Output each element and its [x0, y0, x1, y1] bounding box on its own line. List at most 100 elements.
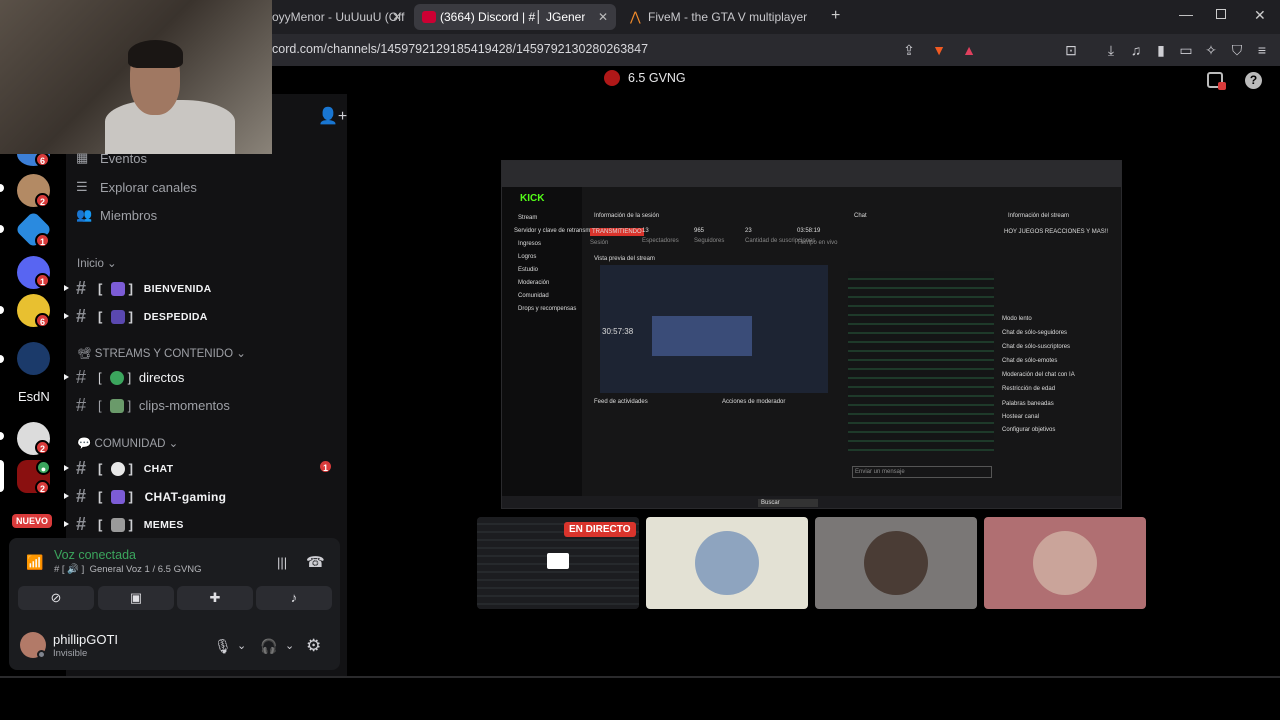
participant-tile-3[interactable]	[984, 517, 1146, 609]
sidebar-icon[interactable]: ▮	[1152, 41, 1170, 59]
gamepad-icon	[110, 489, 125, 504]
unread-badge: 6	[35, 313, 50, 328]
soundboard-icon[interactable]: |||	[277, 555, 287, 570]
download-icon[interactable]: ⤓	[1102, 41, 1120, 59]
kick-nav-item: Logros	[518, 254, 537, 260]
channel-clips[interactable]: #[] clips-momentos	[76, 395, 230, 416]
kick-nav-item: Moderación	[518, 280, 550, 286]
category-label: STREAMS Y CONTENIDO	[94, 348, 234, 360]
status-invisible-icon	[37, 650, 46, 659]
kick-nav-item: Estudio	[518, 267, 539, 273]
mod-action: Chat de sólo-seguidores	[1002, 330, 1068, 336]
tab-music[interactable]: oyyMenor - UuUuuU (Off ✕	[264, 4, 410, 30]
participant-avatar	[695, 531, 759, 595]
hash-icon: #	[76, 306, 87, 326]
meme-emoji-icon	[110, 517, 125, 532]
tab-fivem[interactable]: ⋀ FiveM - the GTA V multiplayer modific	[622, 4, 832, 30]
close-window-icon[interactable]: ✕	[1254, 7, 1266, 24]
music-icon[interactable]: ♫	[1127, 41, 1145, 59]
screenshot-icon[interactable]: ⊡	[1062, 41, 1080, 59]
channel-label: CHAT-gaming	[144, 489, 227, 504]
browse-label: Explorar canales	[100, 179, 197, 195]
channel-bienvenida[interactable]: #[] BIENVENIDA	[76, 278, 211, 299]
unread-badge: 2	[35, 440, 50, 455]
server-icon-flame[interactable]	[17, 342, 50, 375]
server-icon-esdn[interactable]: EsdN	[18, 389, 50, 404]
nav-members[interactable]: 👥 Miembros	[76, 207, 157, 223]
activities-button[interactable]: ✚	[177, 586, 253, 610]
user-status: Invisible	[53, 648, 88, 659]
close-icon[interactable]: ✕	[598, 10, 608, 24]
chevron-down-icon[interactable]: ⌄	[237, 639, 246, 652]
camera-off-button[interactable]: ⊘	[18, 586, 94, 610]
server-icon	[604, 70, 620, 86]
kick-nav-item: Stream	[518, 215, 538, 221]
hash-icon: #	[76, 367, 87, 387]
stream-chat-messages	[848, 271, 994, 451]
unread-badge: 2	[35, 480, 50, 495]
screen-share-stream[interactable]: KICK Stream Servidor y clave de retransm…	[501, 160, 1122, 509]
channel-label: directos	[138, 370, 185, 385]
server-name: 6.5 GVNG	[628, 71, 686, 85]
tab-label: FiveM - the GTA V multiplayer modific	[648, 10, 808, 24]
chevron-down-icon[interactable]: ⌄	[285, 639, 294, 652]
new-tab-icon[interactable]: +	[831, 7, 840, 25]
stream-preview-editor	[652, 316, 752, 356]
nav-browse-channels[interactable]: ☰ Explorar canales	[76, 179, 197, 195]
tab-discord[interactable]: (3664) Discord | #│ JGener ✕	[414, 4, 616, 30]
category-streams[interactable]: 📽 STREAMS Y CONTENIDO ⌄	[77, 346, 246, 360]
brave-rewards-icon[interactable]: ▲	[960, 41, 978, 59]
nav-events[interactable]: ▦ Eventos	[76, 150, 147, 166]
disconnect-icon[interactable]: ☎	[306, 553, 325, 571]
webcam-person-hair	[128, 40, 183, 68]
voice-status[interactable]: Voz conectada	[54, 548, 136, 562]
channel-chat[interactable]: #[] CHAT	[76, 458, 173, 479]
soundboard-button[interactable]: ♪	[256, 586, 332, 610]
calendar-icon: ▦	[76, 150, 89, 165]
discord-tab-icon	[422, 11, 436, 23]
participant-tile-2[interactable]	[815, 517, 977, 609]
participant-tile-1[interactable]	[646, 517, 808, 609]
tab-label: oyyMenor - UuUuuU (Off	[272, 10, 405, 24]
vpn-icon[interactable]: ⛉	[1228, 41, 1246, 59]
voice-channel-label: General Voz 1 / 6.5 GVNG	[89, 564, 202, 575]
url-input[interactable]: cord.com/channels/1459792129185419428/14…	[272, 42, 648, 56]
microphone-icon[interactable]: 🎙	[214, 638, 232, 655]
stat-label: Tiempo en vivo	[797, 240, 838, 246]
wallet-icon[interactable]: ▭	[1177, 41, 1195, 59]
maximize-icon[interactable]	[1216, 9, 1226, 19]
category-comunidad[interactable]: 💬 COMUNIDAD ⌄	[77, 436, 178, 450]
username[interactable]: phillipGOTI	[53, 632, 118, 647]
brave-shield-icon[interactable]: ▼	[930, 41, 948, 59]
gear-icon[interactable]: ⚙	[306, 636, 321, 656]
hash-icon: #	[76, 278, 87, 298]
leo-ai-icon[interactable]: ✧	[1202, 41, 1220, 59]
close-icon[interactable]: ✕	[392, 10, 402, 24]
mod-action: Chat de sólo-suscriptores	[1002, 344, 1071, 350]
invite-people-icon[interactable]: 👤+	[318, 106, 347, 126]
voice-badge: ●	[36, 460, 51, 475]
selected-pill	[0, 460, 4, 492]
screen-share-button[interactable]: ▣	[98, 586, 174, 610]
stream-info-text: HOY JUEGOS REACCIONES Y MAS!!	[1004, 229, 1109, 235]
menu-icon[interactable]: ≡	[1253, 41, 1271, 59]
channel-chat-gaming[interactable]: #[] CHAT-gaming	[76, 486, 226, 507]
headphones-icon[interactable]: 🎧	[260, 638, 277, 655]
minimize-icon[interactable]: —	[1179, 6, 1193, 22]
category-inicio[interactable]: Inicio ⌄	[77, 256, 117, 270]
unread-badge: 6	[35, 152, 50, 167]
help-icon[interactable]: ?	[1245, 72, 1262, 89]
kick-nav-item: Drops y recompensas	[518, 306, 577, 312]
unread-badge: 1	[35, 273, 50, 288]
stat-value: 03:58:19	[797, 228, 821, 234]
voice-channel[interactable]: # [ 🔊 ] General Voz 1 / 6.5 GVNG	[54, 564, 202, 575]
channel-label: DESPEDIDA	[143, 310, 208, 323]
browse-channels-icon: ☰	[76, 179, 88, 194]
activity-title: Feed de actividades	[594, 399, 648, 405]
share-icon[interactable]: ⇪	[900, 41, 918, 59]
stat-label: Espectadores	[642, 238, 679, 244]
channel-directos[interactable]: #[] directos	[76, 367, 184, 388]
channel-memes[interactable]: #[] MEMES	[76, 514, 184, 535]
channel-label: clips-momentos	[138, 398, 230, 413]
channel-despedida[interactable]: #[] DESPEDIDA	[76, 306, 208, 327]
